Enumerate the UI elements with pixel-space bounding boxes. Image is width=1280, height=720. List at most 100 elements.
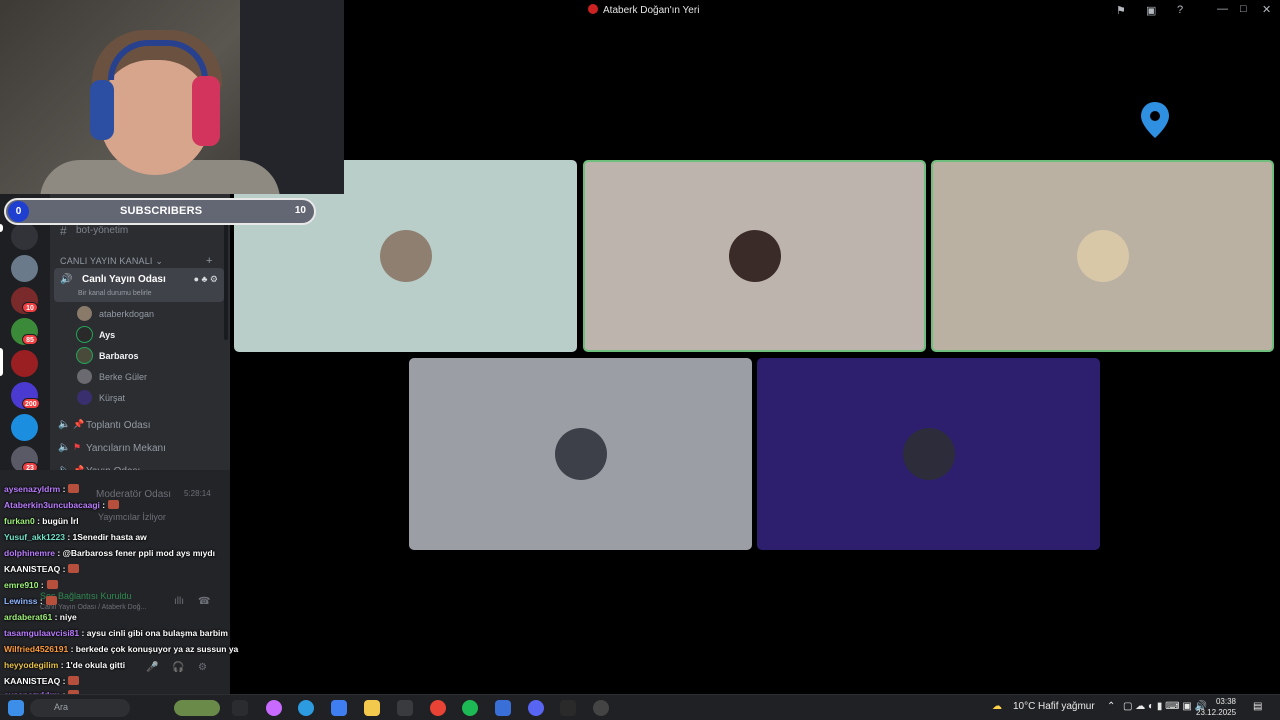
tray-icons[interactable]: ▢ ☁ ◐ ▮ ⌨ ▣ 🔊: [1123, 701, 1207, 712]
inbox-flag-icon[interactable]: ⚑: [1116, 4, 1126, 17]
folder-icon[interactable]: [364, 700, 380, 716]
stage-tile[interactable]: [409, 358, 752, 550]
chat-message: emre910 :: [4, 580, 58, 590]
discord-icon[interactable]: [528, 700, 544, 716]
server-logo-icon: [588, 4, 598, 14]
window-title-text: Ataberk Doğan'ın Yeri: [603, 5, 700, 16]
subscriber-goal-bar: 0 SUBSCRIBERS 10: [4, 198, 316, 225]
xbox-icon[interactable]: [397, 700, 413, 716]
copilot-icon[interactable]: [266, 700, 282, 716]
chat-message: furkan0 : bugün İrl: [4, 516, 79, 526]
chat-message: KAANISTEAQ :: [4, 564, 80, 574]
add-channel-icon[interactable]: +: [206, 255, 213, 267]
minimize-button[interactable]: —: [1217, 3, 1228, 15]
emote-icon: [68, 564, 80, 573]
subscriber-label: SUBSCRIBERS: [120, 205, 203, 217]
pin-icon: ⚑: [73, 442, 82, 452]
channel-list: #blerp #bot-yönetim CANLI YAYIN KANALI ⌄…: [50, 194, 230, 492]
app-icon[interactable]: [495, 700, 511, 716]
server-icon[interactable]: [11, 350, 38, 377]
location-pin-icon: [1141, 102, 1169, 138]
chat-message: Yusuf_akk1223 : 1Senedir hasta aw: [4, 532, 147, 542]
close-button[interactable]: ✕: [1262, 3, 1271, 16]
emote-icon: [45, 596, 57, 605]
voice-member[interactable]: Berke Güler: [77, 367, 217, 387]
epic-games-icon[interactable]: [560, 700, 576, 716]
help-icon[interactable]: ?: [1177, 4, 1183, 16]
participant-avatar: [554, 428, 607, 480]
screen: Ataberk Doğan'ın Yeri ⚑ ▣ ? — □ ✕ 10 85 …: [0, 0, 1280, 720]
avatar: [77, 327, 92, 342]
mention-badge: 200: [22, 398, 40, 409]
channel-actions[interactable]: ● ♣ ⚙: [194, 274, 218, 285]
stage-tile[interactable]: [931, 160, 1274, 352]
screen-icon[interactable]: ▣: [1146, 4, 1156, 17]
speaker-icon: 🔈: [58, 419, 71, 430]
chat-message: ardaberat61 : niye: [4, 612, 77, 622]
participant-avatar: [902, 428, 955, 480]
stage-tile[interactable]: [583, 160, 926, 352]
server-icon[interactable]: [11, 414, 38, 441]
home-icon[interactable]: [11, 223, 38, 250]
emote-icon: [68, 676, 80, 685]
mention-badge: 10: [22, 302, 38, 313]
weather-temp[interactable]: 10°C: [1013, 701, 1035, 712]
task-view-icon[interactable]: [232, 700, 248, 716]
obs-icon[interactable]: [593, 700, 609, 716]
active-voice-channel[interactable]: 🔊 Canlı Yayın Odası Bir kanal durumu bel…: [54, 268, 224, 302]
voice-channel[interactable]: 🔈 📌 Toplantı Odası: [58, 415, 228, 437]
chat-message: Ataberkin3uncubacaagi :: [4, 500, 120, 510]
headphone-icon: [90, 80, 114, 140]
webcam-feed: [0, 0, 344, 194]
chat-message: Wilfried4526191 : berkede çok konuşuyor …: [4, 644, 239, 654]
speaker-icon: 🔊: [60, 274, 73, 285]
voice-member[interactable]: Ays: [77, 325, 217, 345]
emote-icon: [108, 500, 120, 509]
subscriber-goal: 10: [294, 205, 306, 216]
avatar: [77, 369, 92, 384]
voice-channel[interactable]: 🔈 ⚑ Yancıların Mekanı: [58, 438, 228, 460]
emote-icon: [46, 580, 58, 589]
taskbar-search[interactable]: Ara: [30, 699, 130, 717]
participant-avatar: [728, 230, 781, 282]
tray-expand-icon[interactable]: ⌃: [1107, 701, 1115, 712]
chat-message: KAANISTEAQ :: [4, 676, 80, 686]
store-icon[interactable]: [331, 700, 347, 716]
notification-icon[interactable]: ▤: [1253, 701, 1262, 712]
voice-member[interactable]: Kürşat: [77, 388, 217, 408]
maximize-button[interactable]: □: [1240, 3, 1247, 15]
start-icon[interactable]: [8, 700, 24, 716]
speaker-icon: 🔈: [58, 442, 71, 453]
participant-avatar: [1076, 230, 1129, 282]
voice-member[interactable]: Barbaros: [77, 346, 217, 366]
voice-member[interactable]: ataberkdogan: [77, 304, 217, 324]
category-header[interactable]: CANLI YAYIN KANALI ⌄ +: [60, 255, 212, 267]
chat-message: dolphinemre : @Barbaross fener ppli mod …: [4, 548, 215, 558]
stream-chat: aysenazyldrm : Ataberkin3uncubacaagi : f…: [0, 482, 240, 718]
mention-badge: 85: [22, 334, 38, 345]
taskbar: Ara ☁ 10°C Hafif yağmur ⌃ ▢ ☁ ◐ ▮ ⌨ ▣ 🔊 …: [0, 694, 1280, 720]
chat-message: Lewinss :: [4, 596, 57, 606]
hash-icon: #: [60, 224, 67, 238]
weather-desc[interactable]: Hafif yağmur: [1038, 701, 1095, 712]
chrome-icon[interactable]: [430, 700, 446, 716]
chat-message: tasamgulaavcisi81 : aysu cinli gibi ona …: [4, 628, 228, 638]
avatar: [77, 306, 92, 321]
chat-message: heyyodegilim : 1'de okula gitti: [4, 660, 126, 670]
edge-icon[interactable]: [298, 700, 314, 716]
subscriber-count: 0: [8, 201, 29, 222]
avatar: [77, 390, 92, 405]
stage-tile[interactable]: [757, 358, 1100, 550]
avatar: [77, 348, 92, 363]
window-title: Ataberk Doğan'ın Yeri: [588, 4, 699, 16]
title-bar: [344, 0, 1280, 22]
spotify-icon[interactable]: [462, 700, 478, 716]
clock[interactable]: 03:38 23.12.2025: [1196, 696, 1236, 718]
emote-icon: [68, 484, 80, 493]
widget-image-icon[interactable]: [174, 700, 220, 716]
selected-pill: [0, 348, 3, 376]
weather-icon[interactable]: ☁: [992, 701, 1002, 712]
channel-scrollbar[interactable]: [224, 220, 228, 340]
participant-avatar: [379, 230, 432, 282]
server-icon[interactable]: [11, 255, 38, 282]
